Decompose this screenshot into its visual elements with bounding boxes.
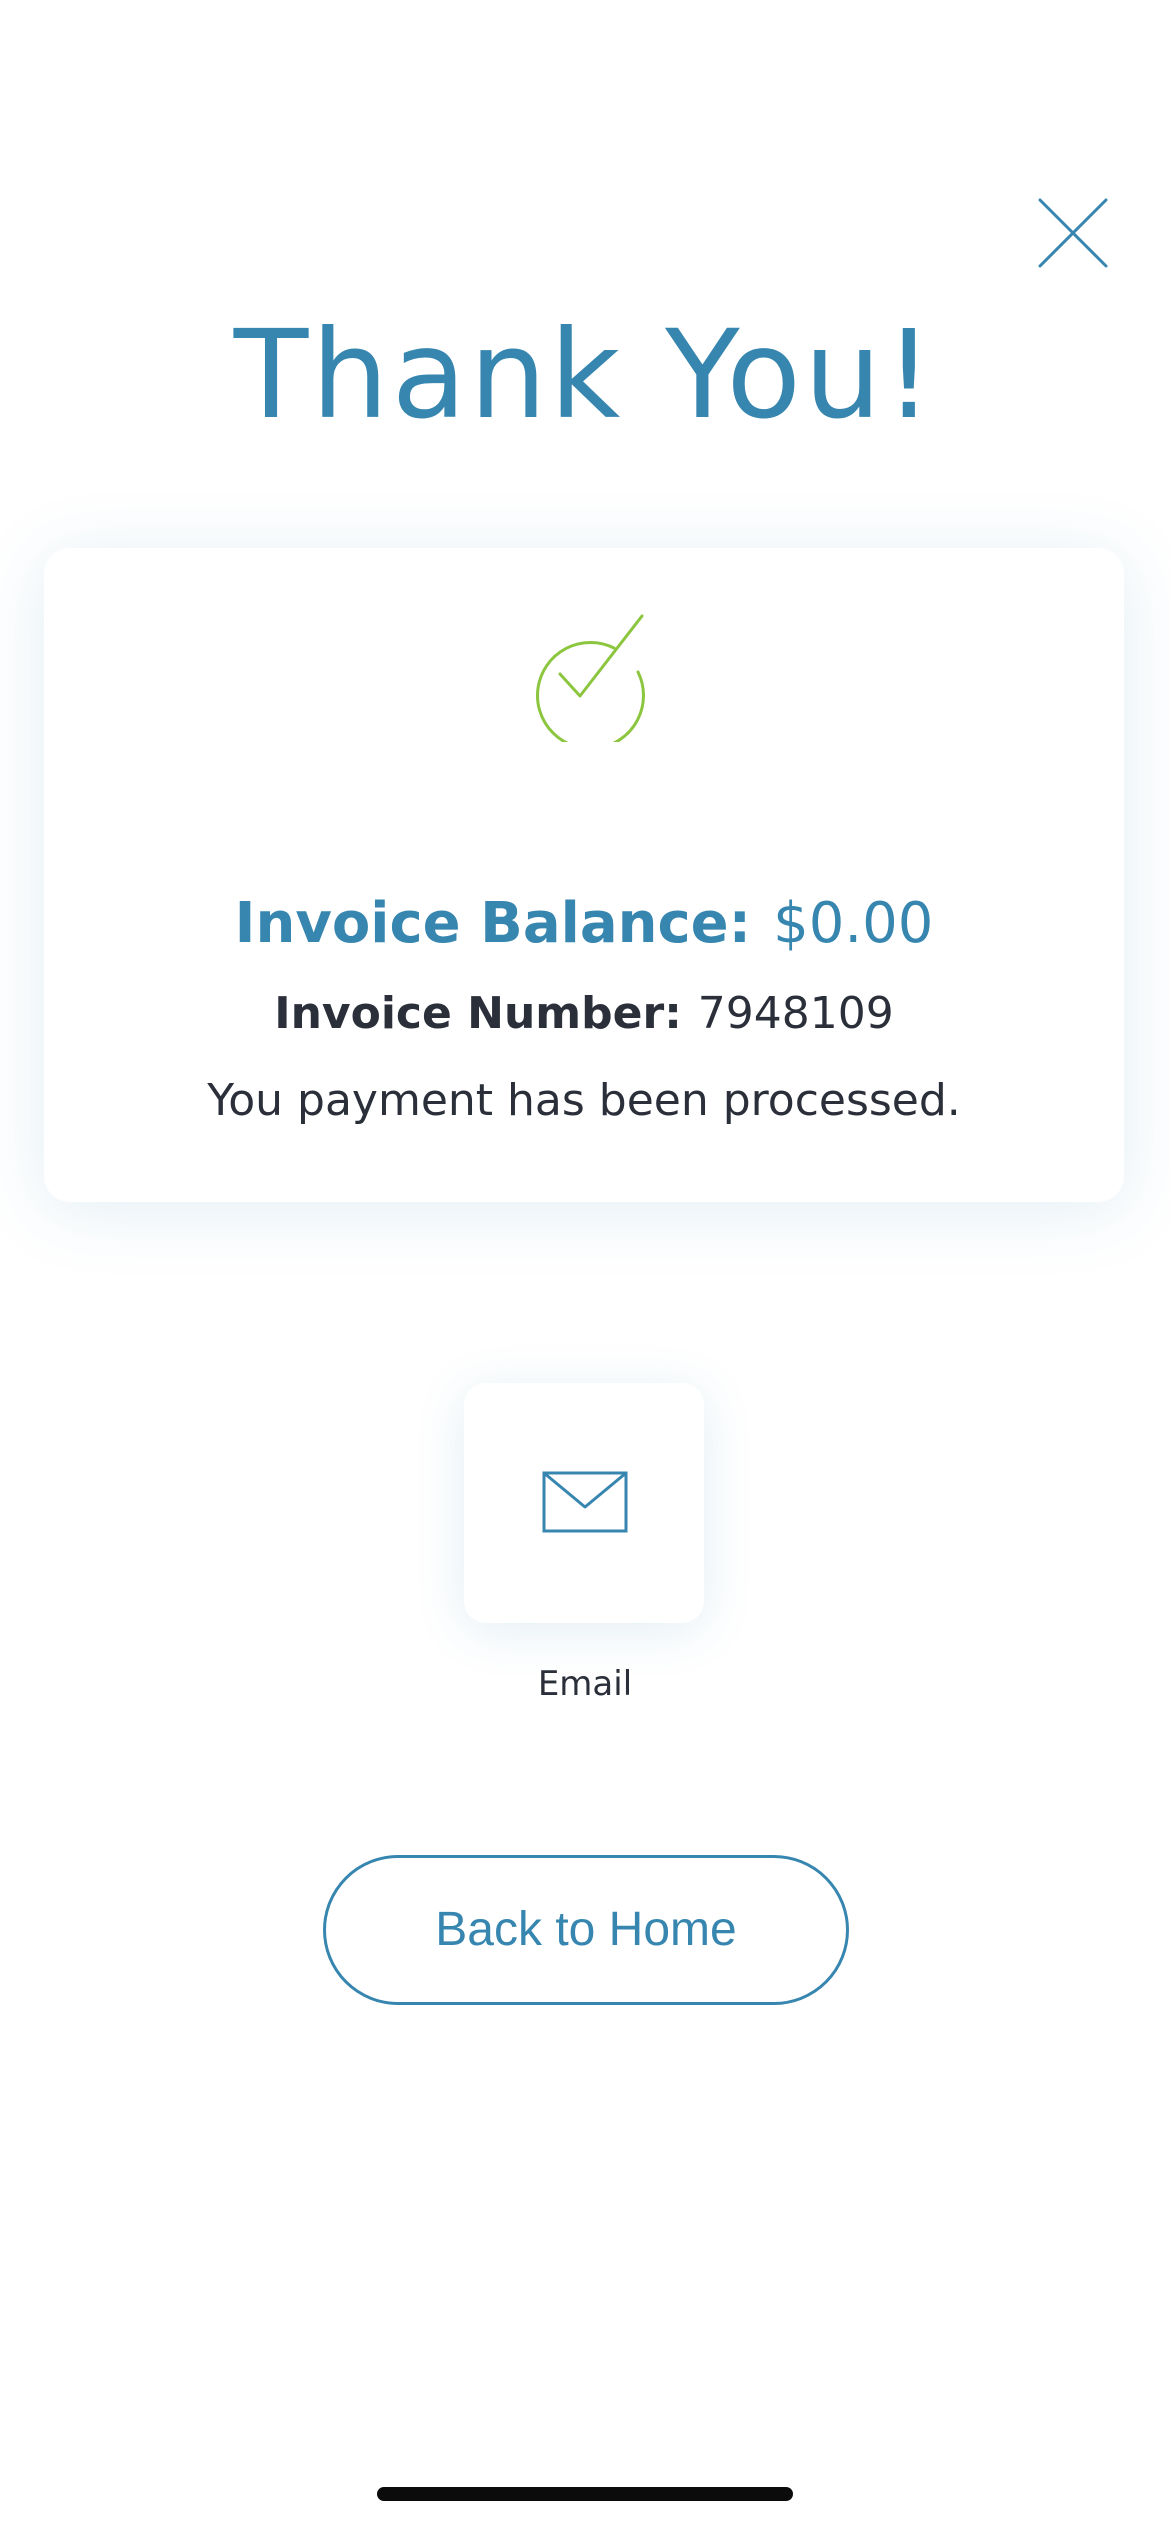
payment-status-message: You payment has been processed. <box>207 1075 961 1126</box>
invoice-number-colon: : <box>664 988 682 1039</box>
invoice-balance-label: Invoice Balance <box>234 891 729 956</box>
invoice-balance: Invoice Balance: $0.00 <box>44 884 1124 964</box>
back-to-home-button[interactable]: Back to Home <box>323 1855 849 2005</box>
home-indicator[interactable] <box>377 2487 793 2501</box>
invoice-number: Invoice Number: 7948109 <box>44 984 1124 1044</box>
email-share-label: Email <box>537 1664 633 1704</box>
email-share-button[interactable] <box>464 1383 704 1623</box>
invoice-balance-value: $0.00 <box>773 891 934 956</box>
check-circle-icon <box>520 612 660 742</box>
receipt-card: Invoice Balance: $0.00 Invoice Number: 794… <box>44 548 1124 1202</box>
mail-icon <box>542 1471 628 1533</box>
invoice-number-value: 7948109 <box>697 988 894 1039</box>
page-title: Thank You! <box>233 304 937 446</box>
close-button[interactable] <box>1036 196 1110 270</box>
invoice-balance-colon: : <box>728 891 752 956</box>
invoice-number-label: Invoice Number <box>274 988 665 1039</box>
close-icon <box>1036 196 1110 270</box>
